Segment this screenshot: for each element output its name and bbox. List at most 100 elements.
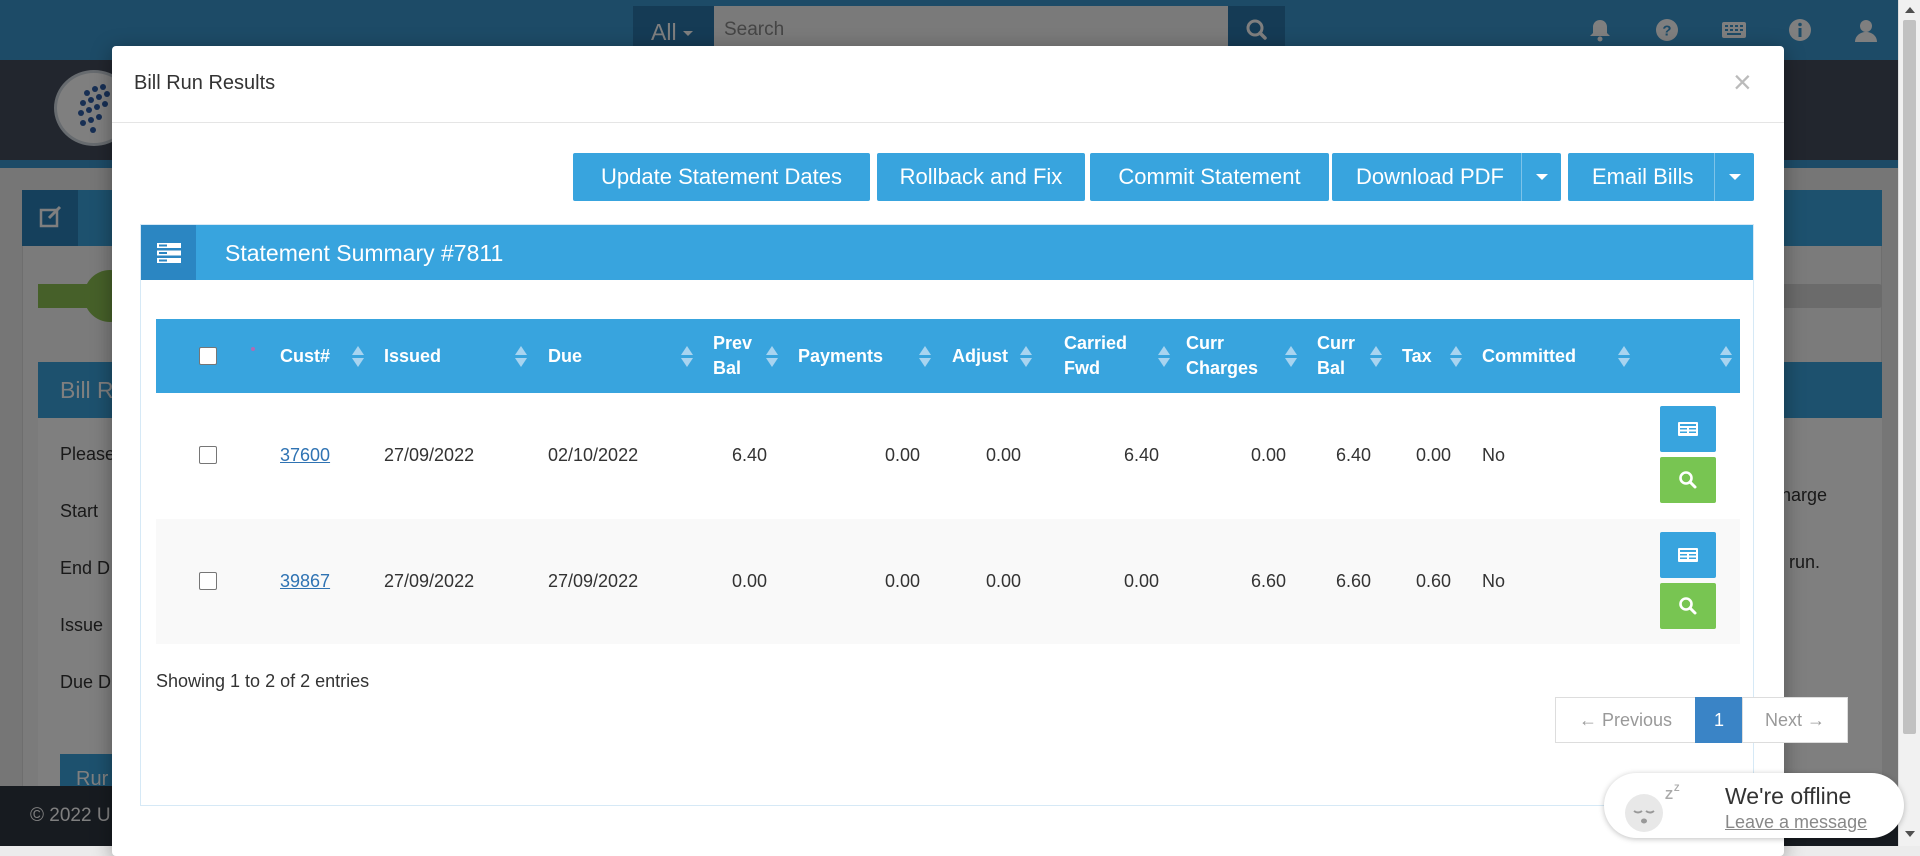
col-curr-bal-label-1: Curr — [1317, 333, 1356, 353]
search-customer-button[interactable] — [1660, 457, 1716, 503]
due-cell: 02/10/2022 — [548, 445, 639, 465]
col-payments-label: Payments — [798, 345, 884, 366]
due-cell: 27/09/2022 — [548, 571, 639, 591]
rollback-and-fix-button[interactable]: Rollback and Fix — [877, 153, 1085, 201]
chevron-down-icon — [1535, 174, 1548, 180]
chat-widget[interactable]: Z Z We're offline Leave a message — [1604, 773, 1904, 838]
issued-cell: 27/09/2022 — [384, 571, 475, 591]
statement-icon — [1678, 548, 1698, 562]
sort-icon — [352, 346, 364, 368]
col-prev-bal[interactable]: Prev Bal — [713, 319, 752, 393]
pagination-next[interactable]: Next → — [1742, 697, 1848, 743]
panel-header: Statement Summary #7811 — [141, 225, 1753, 280]
col-cust[interactable]: Cust# — [280, 319, 330, 393]
tax-cell: 0.60 — [1415, 571, 1451, 591]
pagination-page-current[interactable]: 1 — [1695, 697, 1743, 743]
curr-bal-cell: 6.40 — [1335, 445, 1371, 465]
committed-cell: No — [1482, 571, 1506, 591]
panel-title: Statement Summary #7811 — [225, 240, 504, 266]
col-committed-label: Committed — [1482, 345, 1576, 366]
download-pdf-dropdown-toggle[interactable] — [1521, 153, 1561, 201]
table-header: Cust# Issued Due Prev Bal Payments Adjust… — [156, 319, 1740, 393]
sort-icon — [1720, 346, 1732, 368]
scroll-down-icon[interactable] — [1905, 831, 1915, 837]
col-curr-charges[interactable]: Curr Charges — [1186, 319, 1258, 393]
curr-charges-cell: 0.00 — [1250, 445, 1286, 465]
search-icon — [1679, 471, 1697, 489]
search-icon — [1679, 597, 1697, 615]
pagination-previous[interactable]: ← Previous — [1555, 697, 1696, 743]
sort-icon — [1020, 346, 1032, 368]
col-issued[interactable]: Issued — [384, 319, 441, 393]
download-pdf-label: Download PDF — [1356, 164, 1504, 189]
col-tax[interactable]: Tax — [1402, 319, 1432, 393]
cust-cell: 37600 — [280, 393, 330, 518]
col-carried-fwd-label-2: Fwd — [1064, 358, 1100, 378]
committed-cell: No — [1482, 445, 1506, 465]
payments-cell: 0.00 — [884, 571, 920, 591]
col-adjust-label: Adjust — [952, 345, 1008, 366]
view-statement-button[interactable] — [1660, 406, 1716, 452]
sort-icon — [919, 346, 931, 368]
download-pdf-button[interactable]: Download PDF — [1332, 153, 1561, 201]
col-curr-bal-label-2: Bal — [1317, 358, 1346, 378]
col-due-label: Due — [548, 345, 583, 366]
col-carried-fwd[interactable]: Carried Fwd — [1064, 319, 1127, 393]
commit-statement-label: Commit Statement — [1118, 164, 1301, 189]
statement-icon — [1678, 422, 1698, 436]
chat-status: We're offline — [1725, 783, 1852, 809]
view-statement-button[interactable] — [1660, 532, 1716, 578]
col-committed[interactable]: Committed — [1482, 319, 1576, 393]
col-cust-label: Cust# — [280, 345, 331, 366]
email-bills-button[interactable]: Email Bills — [1568, 153, 1754, 201]
prev-bal-cell: 0.00 — [731, 571, 767, 591]
rollback-and-fix-label: Rollback and Fix — [899, 164, 1063, 189]
sort-icon — [1618, 346, 1630, 368]
email-bills-label: Email Bills — [1592, 164, 1694, 189]
payments-cell: 0.00 — [884, 445, 920, 465]
sort-indicator-dot — [251, 347, 255, 351]
row-checkbox[interactable] — [199, 446, 217, 464]
col-adjust[interactable]: Adjust — [952, 319, 1008, 393]
col-payments[interactable]: Payments — [798, 319, 883, 393]
adjust-cell: 0.00 — [985, 571, 1021, 591]
curr-bal-cell: 6.60 — [1335, 571, 1371, 591]
sort-icon — [515, 346, 527, 368]
customer-link[interactable]: 39867 — [280, 571, 330, 592]
col-prev-bal-label-2: Bal — [713, 358, 742, 378]
bill-run-results-modal: Bill Run Results × Update Statement Date… — [112, 46, 1848, 856]
table-row: 39867 27/09/2022 27/09/2022 0.00 0.00 0.… — [156, 519, 1740, 644]
modal-header: Bill Run Results × — [112, 46, 1784, 123]
scrollbar-thumb[interactable] — [1903, 20, 1916, 734]
page-scrollbar[interactable] — [1898, 0, 1920, 846]
svg-text:Z: Z — [1665, 787, 1673, 802]
sleeping-chat-icon: Z Z — [1625, 783, 1680, 832]
col-curr-bal[interactable]: Curr Bal — [1317, 319, 1355, 393]
customer-link[interactable]: 37600 — [280, 445, 330, 466]
scroll-up-icon[interactable] — [1905, 7, 1915, 13]
sort-icon — [1450, 346, 1462, 368]
modal-title: Bill Run Results — [134, 72, 276, 94]
col-due[interactable]: Due — [548, 319, 582, 393]
svg-text:Z: Z — [1674, 783, 1680, 793]
sort-icon — [681, 346, 693, 368]
table-row: 37600 27/09/2022 02/10/2022 6.40 0.00 0.… — [156, 393, 1740, 518]
statement-summary-panel: Statement Summary #7811 Cust# Issued Due… — [140, 224, 1848, 806]
search-customer-button[interactable] — [1660, 583, 1716, 629]
col-curr-charges-label-1: Curr — [1186, 333, 1225, 353]
sort-icon — [1370, 346, 1382, 368]
email-bills-dropdown-toggle[interactable] — [1714, 153, 1754, 201]
carried-fwd-cell: 6.40 — [1123, 445, 1159, 465]
col-prev-bal-label-1: Prev — [713, 333, 753, 353]
row-checkbox[interactable] — [199, 572, 217, 590]
leave-message-link[interactable]: Leave a message — [1725, 812, 1867, 833]
select-all-checkbox[interactable] — [199, 347, 217, 365]
curr-charges-cell: 6.60 — [1250, 571, 1286, 591]
update-statement-dates-button[interactable]: Update Statement Dates — [573, 153, 870, 201]
chevron-down-icon — [1728, 174, 1741, 180]
issued-cell: 27/09/2022 — [384, 445, 475, 465]
update-statement-dates-label: Update Statement Dates — [601, 164, 842, 189]
commit-statement-button[interactable]: Commit Statement — [1090, 153, 1329, 201]
close-icon[interactable]: × — [1733, 66, 1752, 98]
col-issued-label: Issued — [384, 345, 442, 366]
